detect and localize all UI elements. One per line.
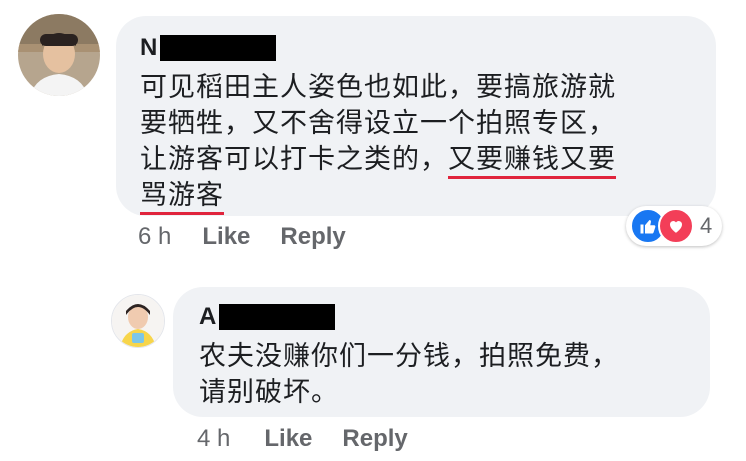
comment-line-3-plain: 让游客可以打卡之类的，: [140, 144, 448, 175]
comment-line-1: 可见稻田主人姿色也如此，要搞旅游就: [140, 72, 616, 103]
reply-text: 农夫没赚你们一分钱，拍照免费， 请别破坏。: [199, 339, 684, 411]
reply-author-initial: A: [199, 303, 217, 330]
author-initial: N: [140, 34, 158, 61]
comment-line-3: 让游客可以打卡之类的，又要赚钱又要: [140, 142, 692, 178]
reply-button[interactable]: Reply: [280, 223, 345, 251]
comment-author[interactable]: N: [140, 34, 692, 62]
underlined-text-b: 骂游客: [140, 180, 224, 211]
comment-actions: 6 h Like Reply: [138, 223, 346, 251]
reply-actions: 4 h Like Reply: [197, 425, 408, 453]
comment-bubble: N 可见稻田主人姿色也如此，要搞旅游就 要牺牲，又不舍得设立一个拍照专区， 让游…: [116, 16, 716, 216]
reply-author[interactable]: A: [199, 303, 684, 331]
commenter-avatar[interactable]: [18, 14, 100, 96]
love-icon: [658, 208, 694, 244]
comment-line-2: 要牺牲，又不舍得设立一个拍照专区，: [140, 108, 616, 139]
comment-line-4: 骂游客: [140, 178, 692, 214]
replier-avatar[interactable]: [111, 294, 165, 348]
redacted-name-bar: [219, 304, 336, 330]
comment-timestamp[interactable]: 6 h: [138, 223, 171, 251]
underlined-text-a: 又要赚钱又要: [448, 144, 616, 175]
reply-line-1: 农夫没赚你们一分钱，拍照免费，: [199, 341, 619, 372]
redacted-name-bar: [160, 35, 277, 61]
reply-reply-button[interactable]: Reply: [342, 425, 407, 453]
reply-bubble: A 农夫没赚你们一分钱，拍照免费， 请别破坏。: [173, 287, 710, 417]
like-button[interactable]: Like: [202, 223, 250, 251]
reply-timestamp[interactable]: 4 h: [197, 425, 230, 453]
reaction-summary[interactable]: 4: [626, 206, 723, 246]
comment-text: 可见稻田主人姿色也如此，要搞旅游就 要牺牲，又不舍得设立一个拍照专区， 让游客可…: [140, 70, 692, 214]
reply-like-button[interactable]: Like: [264, 425, 312, 453]
reaction-count: 4: [700, 213, 713, 238]
reply-line-2: 请别破坏。: [199, 377, 339, 408]
